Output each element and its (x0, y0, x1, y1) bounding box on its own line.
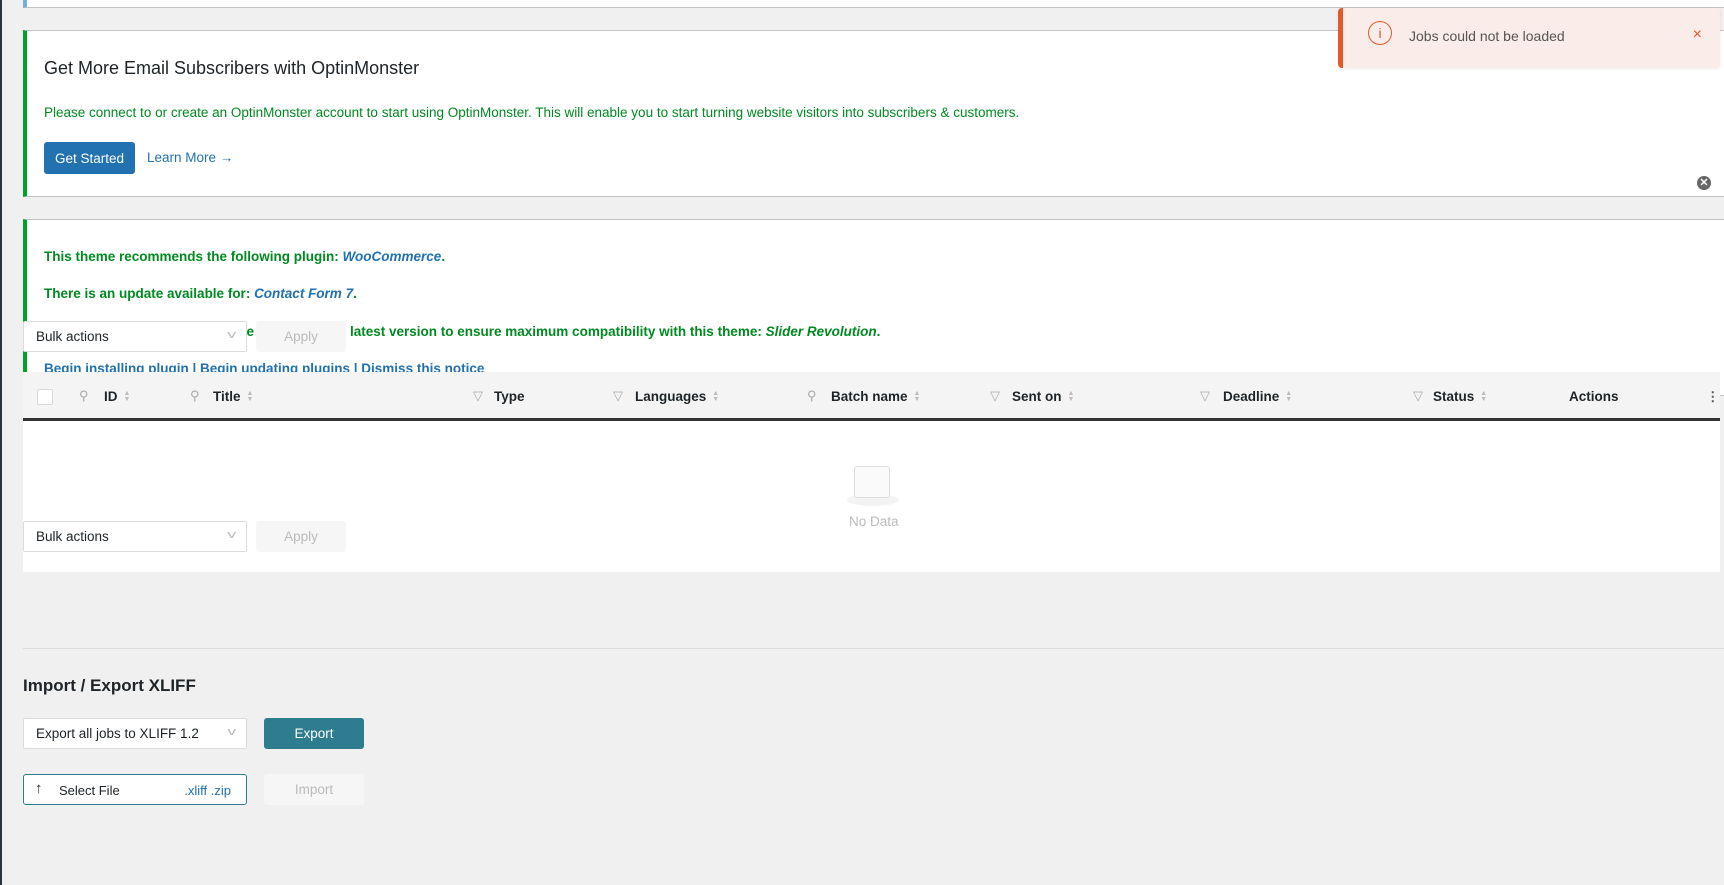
filter-icon[interactable]: ▽ (613, 388, 623, 404)
period: . (441, 249, 446, 264)
search-icon[interactable]: ⚲ (807, 388, 817, 404)
label: Status (1433, 389, 1475, 404)
plugin-notice: This theme recommends the following plug… (23, 219, 1724, 396)
close-icon[interactable]: × (1693, 26, 1702, 44)
label: Languages (635, 389, 707, 404)
label: Deadline (1223, 389, 1280, 404)
select-all-checkbox[interactable] (37, 389, 53, 405)
column-batch-name[interactable]: Batch name ▲ ▼ (831, 389, 920, 404)
text: This theme recommends the following plug… (44, 249, 343, 264)
column-actions: Actions (1569, 389, 1619, 404)
empty-text: No Data (849, 514, 899, 529)
get-started-button[interactable]: Get Started (44, 142, 135, 174)
column-status[interactable]: Status ▲ ▼ (1433, 389, 1487, 404)
label: Title (213, 389, 241, 404)
table-header: ⚲ ID ▲ ▼ ⚲ Title ▲ ▼ ▽ Type ▽ Languages ▲ ▼ ⚲ … (23, 372, 1720, 421)
learn-more-link[interactable]: Learn More → (147, 150, 233, 165)
label: Batch name (831, 389, 908, 404)
chevron-down-icon: v (226, 529, 236, 541)
admin-sidebar-edge (0, 0, 2, 885)
error-toast: i Jobs could not be loaded × (1338, 8, 1720, 68)
sort-icon[interactable]: ▲ ▼ (247, 390, 254, 403)
woocommerce-link[interactable]: WooCommerce (343, 249, 442, 264)
filter-icon[interactable]: ▽ (1200, 388, 1210, 404)
kebab-menu-icon[interactable]: ⋮ (1706, 389, 1720, 405)
contact-form-7-link[interactable]: Contact Form 7 (254, 286, 353, 301)
top-notice (23, 0, 1724, 8)
toast-message: Jobs could not be loaded (1409, 28, 1565, 44)
label: ID (104, 389, 118, 404)
sort-icon[interactable]: ▲ ▼ (124, 390, 131, 403)
filter-icon[interactable]: ▽ (473, 388, 483, 404)
update-line: There is an update available for: Contac… (44, 286, 357, 301)
column-id[interactable]: ID ▲ ▼ (104, 389, 130, 404)
notice-text: Please connect to or create an OptinMons… (44, 105, 1020, 120)
sort-icon[interactable]: ▲ ▼ (1480, 390, 1487, 403)
slider-revolution-name: Slider Revolution (765, 324, 877, 339)
chevron-down-icon: v (226, 726, 236, 738)
sort-icon[interactable]: ▲ ▼ (914, 390, 921, 403)
bulk-actions-select-bottom[interactable]: Bulk actions v (23, 521, 247, 552)
import-button[interactable]: Import (264, 774, 364, 805)
bulk-actions-select-top[interactable]: Bulk actions v (23, 321, 247, 352)
file-types: .xliff .zip (184, 783, 231, 798)
sort-icon[interactable]: ▲ ▼ (1285, 390, 1292, 403)
export-format-select[interactable]: Export all jobs to XLIFF 1.2 v (23, 718, 247, 749)
apply-button-bottom[interactable]: Apply (256, 521, 346, 552)
sort-icon[interactable]: ▲ ▼ (1068, 390, 1075, 403)
sort-icon[interactable]: ▲ ▼ (712, 390, 719, 403)
notice-title: Get More Email Subscribers with OptinMon… (44, 58, 420, 78)
select-file-input[interactable]: ↑ Select File .xliff .zip (23, 774, 247, 805)
upload-icon: ↑ (35, 780, 43, 797)
column-sent-on[interactable]: Sent on ▲ ▼ (1012, 389, 1074, 404)
select-value: Export all jobs to XLIFF 1.2 (36, 726, 199, 741)
label: Type (494, 389, 525, 404)
filter-icon[interactable]: ▽ (1413, 388, 1423, 404)
column-deadline[interactable]: Deadline ▲ ▼ (1223, 389, 1292, 404)
column-languages[interactable]: Languages ▲ ▼ (635, 389, 719, 404)
text: There is an update available for: (44, 286, 255, 301)
xliff-heading: Import / Export XLIFF (23, 676, 196, 695)
select-value: Bulk actions (36, 529, 109, 544)
info-icon: i (1368, 21, 1392, 45)
label: Sent on (1012, 389, 1062, 404)
search-icon[interactable]: ⚲ (190, 388, 200, 404)
close-circle-icon[interactable]: ✕ (1697, 176, 1711, 190)
period: . (876, 324, 881, 339)
apply-button-top[interactable]: Apply (256, 321, 346, 352)
export-button[interactable]: Export (264, 718, 364, 749)
divider (23, 648, 1724, 649)
recommend-line: This theme recommends the following plug… (44, 249, 445, 264)
chevron-down-icon: v (226, 329, 236, 341)
select-value: Bulk actions (36, 329, 109, 344)
period: . (353, 286, 357, 301)
filter-icon[interactable]: ▽ (990, 388, 1000, 404)
column-type[interactable]: Type (494, 389, 525, 404)
column-title[interactable]: Title ▲ ▼ (213, 389, 253, 404)
search-icon[interactable]: ⚲ (79, 388, 89, 404)
empty-inbox-icon (847, 462, 899, 508)
select-file-label: Select File (59, 783, 120, 798)
